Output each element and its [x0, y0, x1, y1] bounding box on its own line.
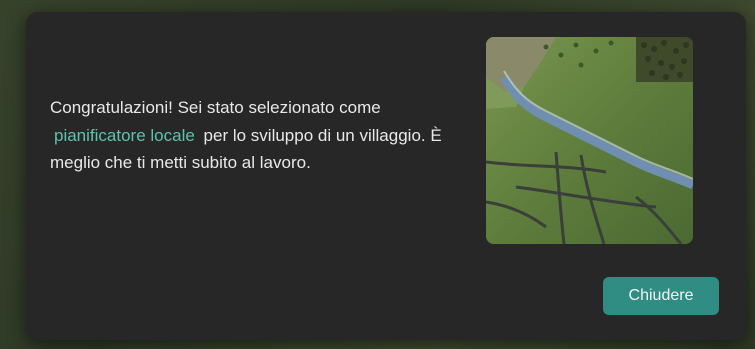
dialog-message: Congratulazioni! Sei stato selezionato c… [50, 94, 450, 177]
message-highlight-role: pianificatore locale [54, 125, 195, 145]
welcome-dialog: Congratulazioni! Sei stato selezionato c… [26, 12, 746, 340]
close-button[interactable]: Chiudere [603, 277, 719, 315]
message-text-before: Congratulazioni! Sei stato selezionato c… [50, 98, 381, 117]
village-terrain-illustration [486, 37, 693, 244]
